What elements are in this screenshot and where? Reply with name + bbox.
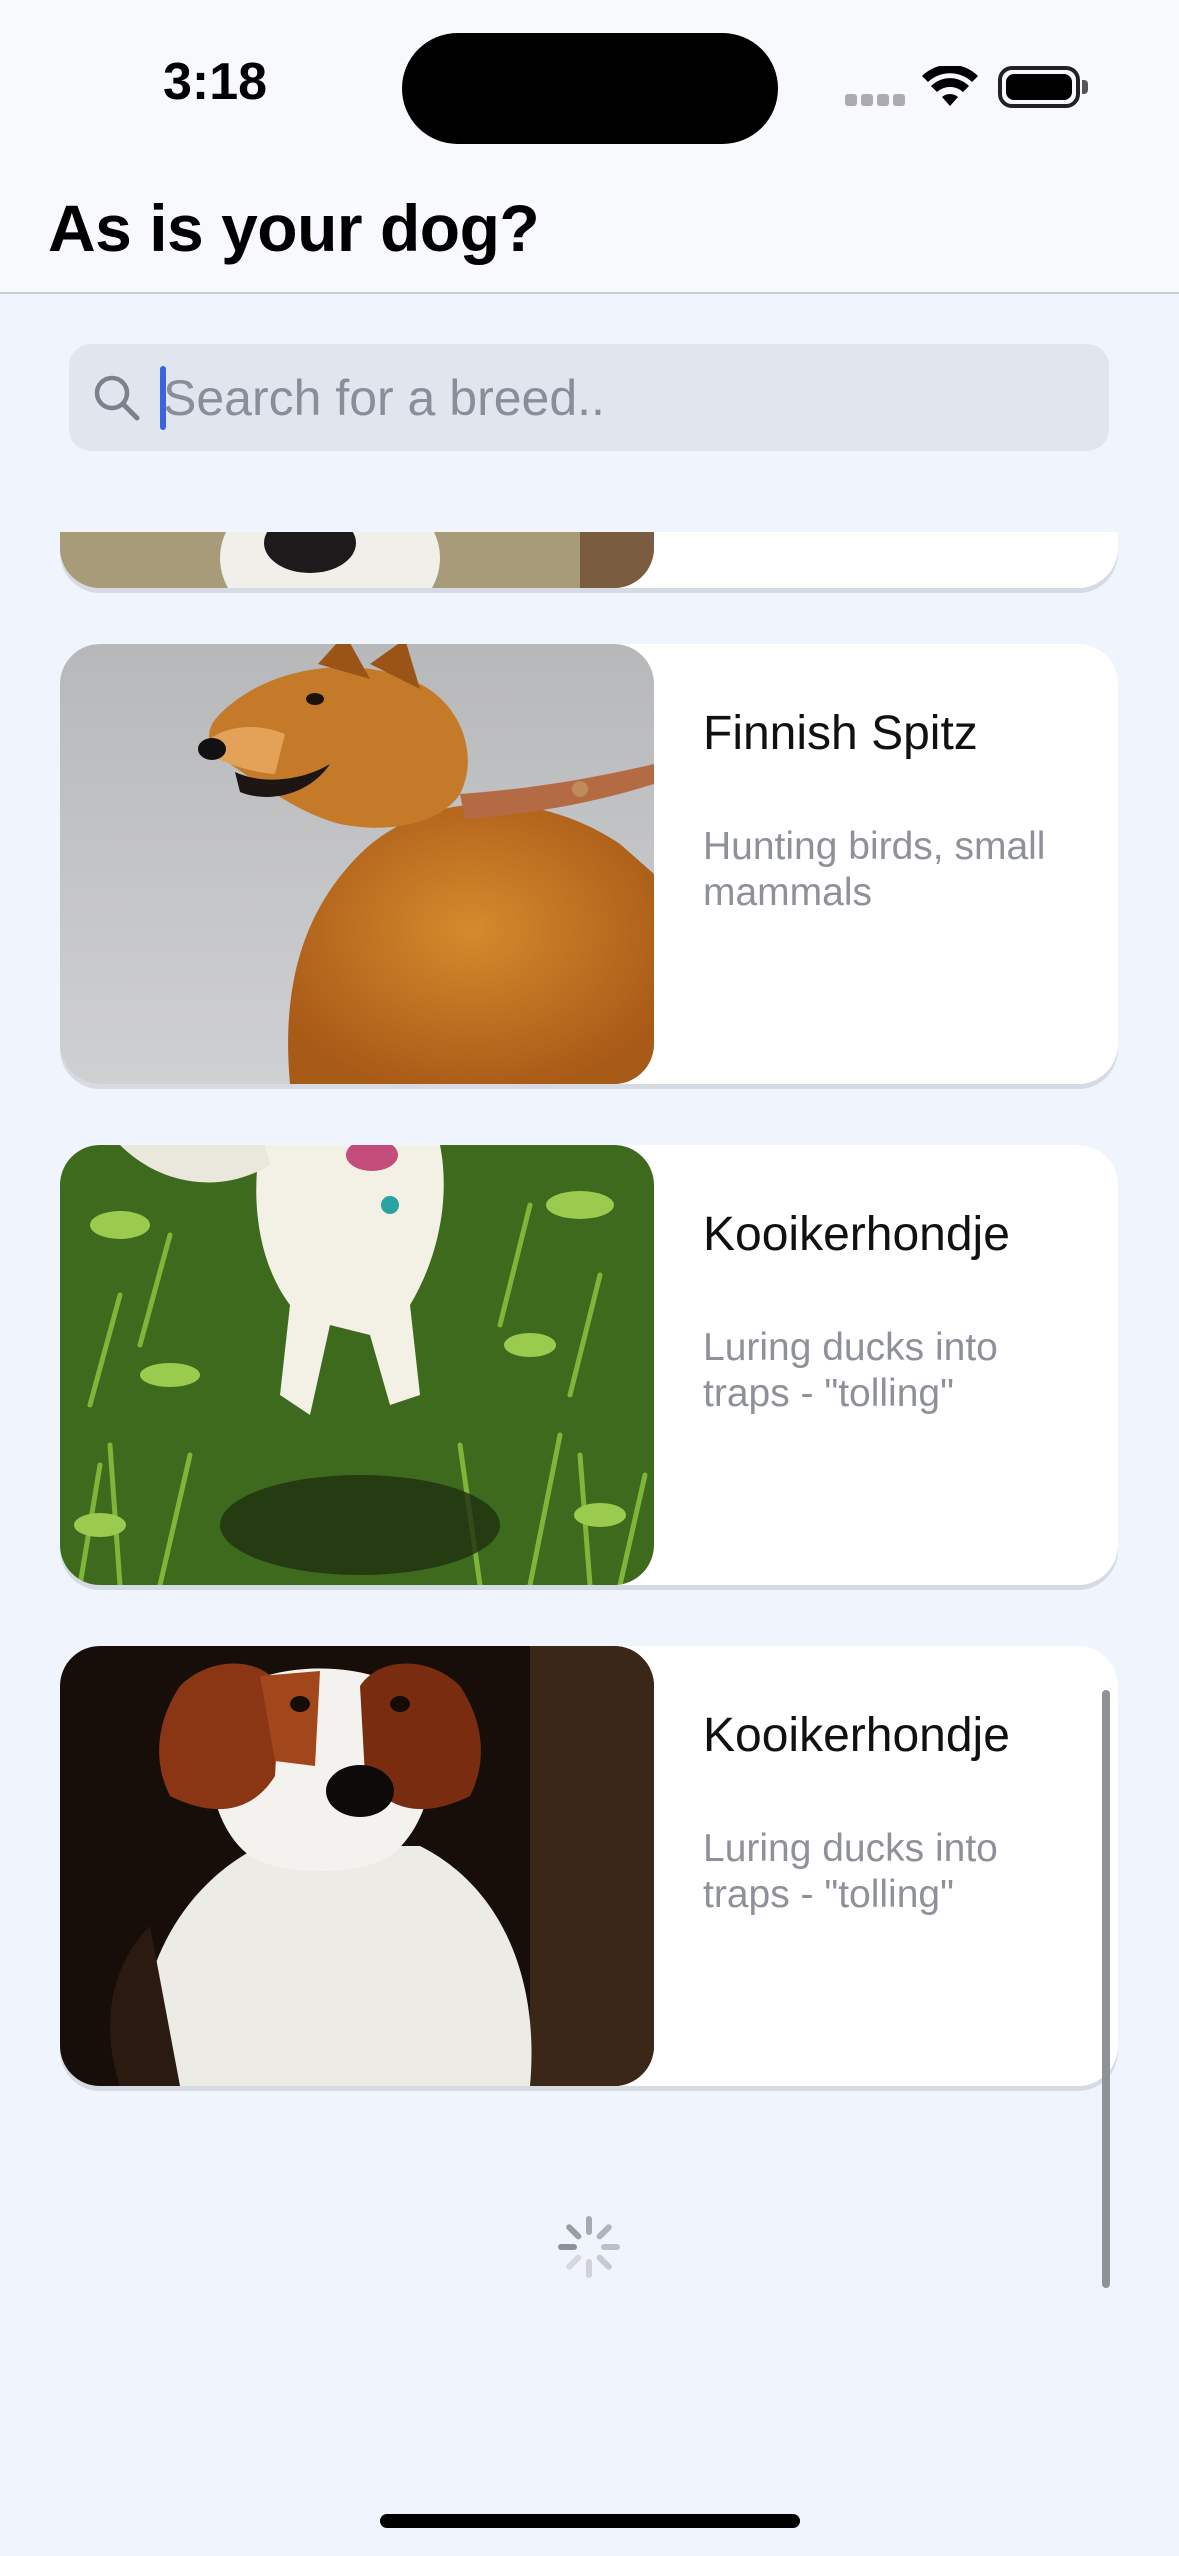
breed-photo: [60, 1145, 654, 1585]
breed-card[interactable]: Kooikerhondje Luring ducks into traps - …: [60, 1646, 1118, 2086]
navigation-bar: As is your dog?: [0, 176, 1179, 294]
page-title: As is your dog?: [48, 191, 540, 265]
activity-spinner-icon: [558, 2216, 620, 2278]
cellular-signal-icon: [845, 94, 905, 108]
breed-name: Kooikerhondje: [703, 1709, 1010, 1762]
breed-name: Finnish Spitz: [703, 707, 978, 760]
dynamic-island: [402, 33, 778, 144]
breed-photo: [60, 532, 654, 588]
search-bar[interactable]: [69, 344, 1109, 451]
search-input[interactable]: [163, 344, 1063, 451]
breed-photo: [60, 644, 654, 1084]
breed-card[interactable]: Finnish Spitz Hunting birds, small mamma…: [60, 644, 1118, 1084]
breed-card[interactable]: Kooikerhondje Luring ducks into traps - …: [60, 1145, 1118, 1585]
wifi-icon: [922, 66, 978, 106]
breed-name: Kooikerhondje: [703, 1208, 1010, 1261]
breed-list[interactable]: Finnish Spitz Hunting birds, small mamma…: [0, 532, 1179, 2332]
status-bar: 3:18: [0, 0, 1179, 176]
battery-icon: [998, 66, 1088, 108]
breed-purpose: Luring ducks into traps - "tolling": [703, 1827, 998, 1916]
scroll-indicator[interactable]: [1102, 1690, 1110, 2288]
status-time: 3:18: [162, 53, 268, 111]
home-indicator[interactable]: [380, 2514, 800, 2528]
breed-purpose: Luring ducks into traps - "tolling": [703, 1326, 998, 1415]
search-icon: [94, 375, 140, 421]
breed-purpose: Hunting birds, small mammals: [703, 825, 1046, 914]
breed-card[interactable]: [60, 532, 1118, 588]
breed-photo: [60, 1646, 654, 2086]
